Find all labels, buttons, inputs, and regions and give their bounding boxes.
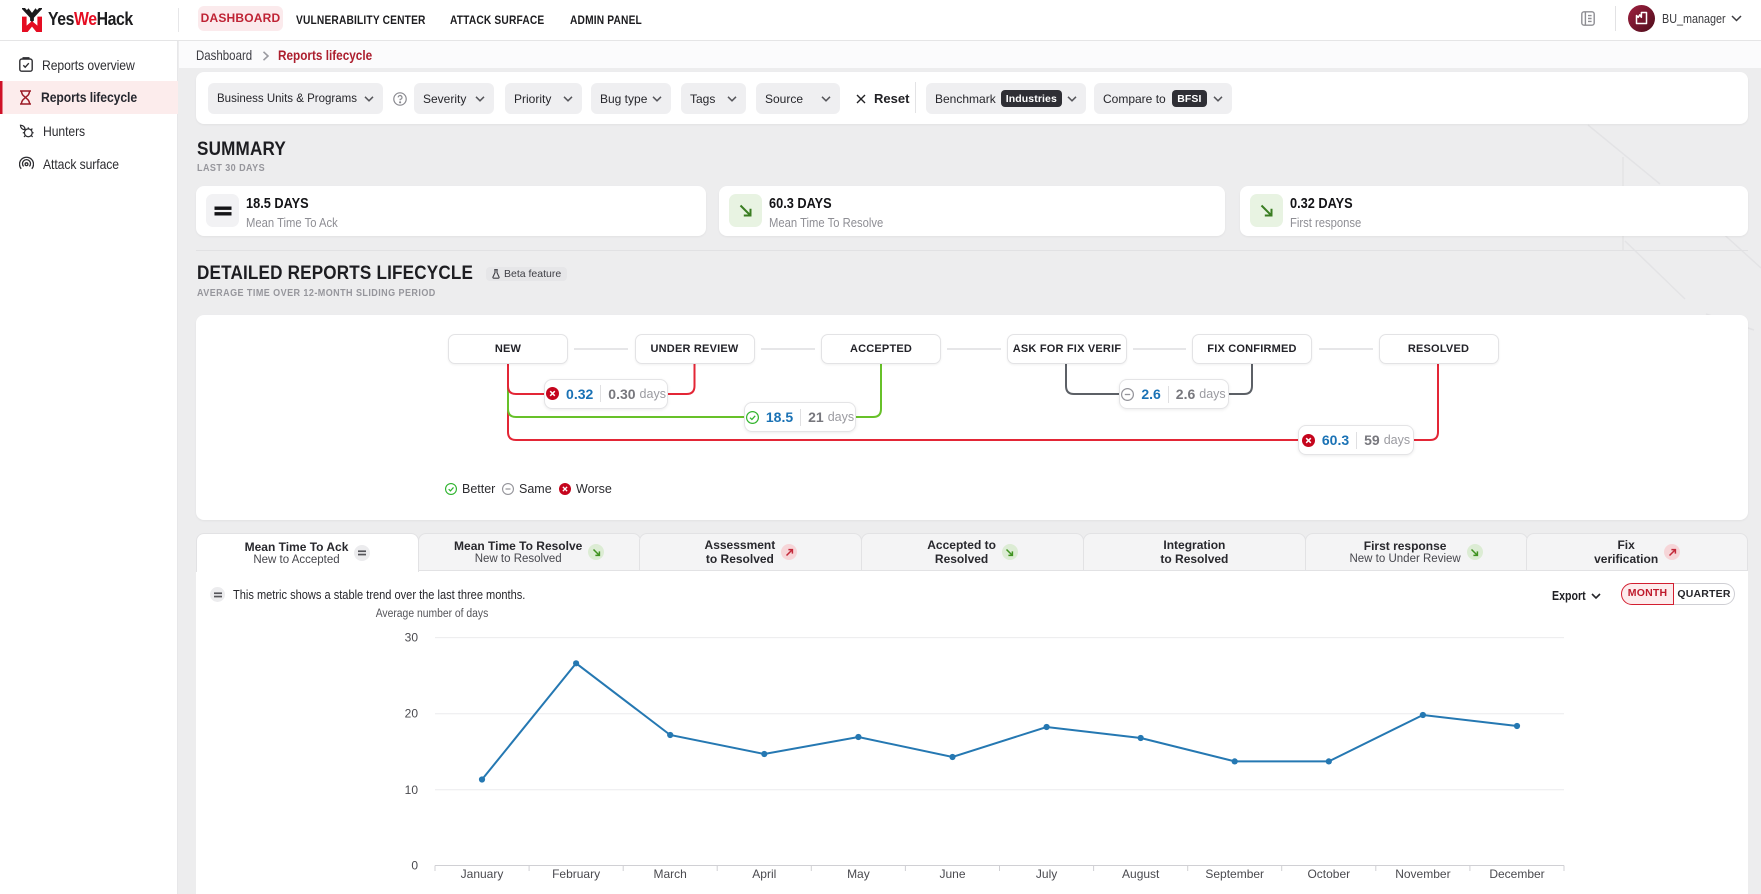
svg-text:March: March: [654, 867, 687, 881]
svg-text:November: November: [1395, 867, 1450, 881]
svg-text:20: 20: [405, 707, 419, 721]
svg-text:February: February: [552, 867, 600, 881]
svg-text:December: December: [1489, 867, 1544, 881]
svg-text:September: September: [1205, 867, 1264, 881]
svg-text:June: June: [939, 867, 965, 881]
svg-text:30: 30: [405, 631, 419, 645]
svg-text:10: 10: [405, 783, 419, 797]
svg-text:August: August: [1122, 867, 1160, 881]
svg-text:July: July: [1036, 867, 1057, 881]
svg-text:October: October: [1307, 867, 1350, 881]
svg-text:0: 0: [411, 859, 418, 873]
svg-text:May: May: [847, 867, 870, 881]
svg-text:April: April: [752, 867, 776, 881]
svg-text:January: January: [461, 867, 504, 881]
